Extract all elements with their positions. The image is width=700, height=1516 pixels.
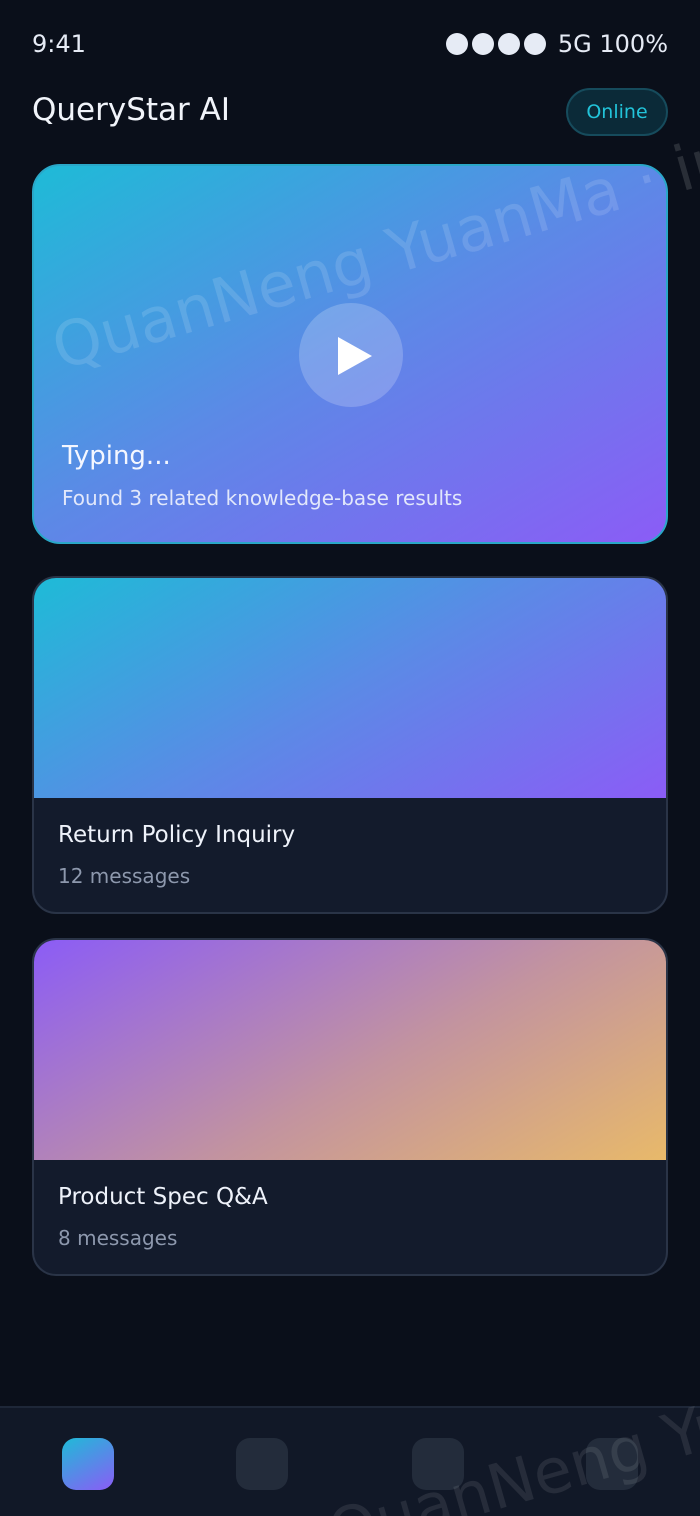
signal-dot-icon (523, 33, 546, 55)
conversation-message-count: 12 messages (58, 864, 191, 888)
app-title: QueryStar AI (32, 92, 230, 128)
typing-status: Typing... (62, 441, 171, 471)
conversation-message-count: 8 messages (58, 1226, 178, 1250)
online-status-badge: Online (566, 88, 668, 136)
active-conversation-card[interactable]: Typing... Found 3 related knowledge-base… (32, 164, 668, 544)
play-icon (338, 337, 372, 375)
app-screen: 9:41 5G 100% QueryStar AI Online Typing.… (0, 0, 700, 1516)
nav-tab-home[interactable] (62, 1438, 114, 1490)
search-results-summary: Found 3 related knowledge-base results (62, 486, 463, 510)
conversation-card[interactable]: Return Policy Inquiry 12 messages (32, 576, 668, 914)
play-button[interactable] (299, 303, 403, 407)
conversation-title: Return Policy Inquiry (58, 822, 296, 848)
network-battery-status: 5G 100% (557, 30, 668, 58)
conversation-thumbnail (34, 940, 666, 1160)
nav-tab-4[interactable] (586, 1438, 638, 1490)
conversation-title: Product Spec Q&A (58, 1184, 268, 1210)
conversation-thumbnail (34, 578, 666, 798)
signal-dot-icon (445, 33, 468, 55)
nav-tab-3[interactable] (412, 1438, 464, 1490)
signal-dot-icon (497, 33, 520, 55)
bottom-navigation (0, 1406, 700, 1516)
status-bar: 9:41 5G 100% (0, 0, 700, 90)
status-indicators: 5G 100% (445, 30, 668, 58)
signal-dot-icon (471, 33, 494, 55)
conversation-card[interactable]: Product Spec Q&A 8 messages (32, 938, 668, 1276)
status-time: 9:41 (32, 30, 86, 58)
nav-tab-2[interactable] (236, 1438, 288, 1490)
